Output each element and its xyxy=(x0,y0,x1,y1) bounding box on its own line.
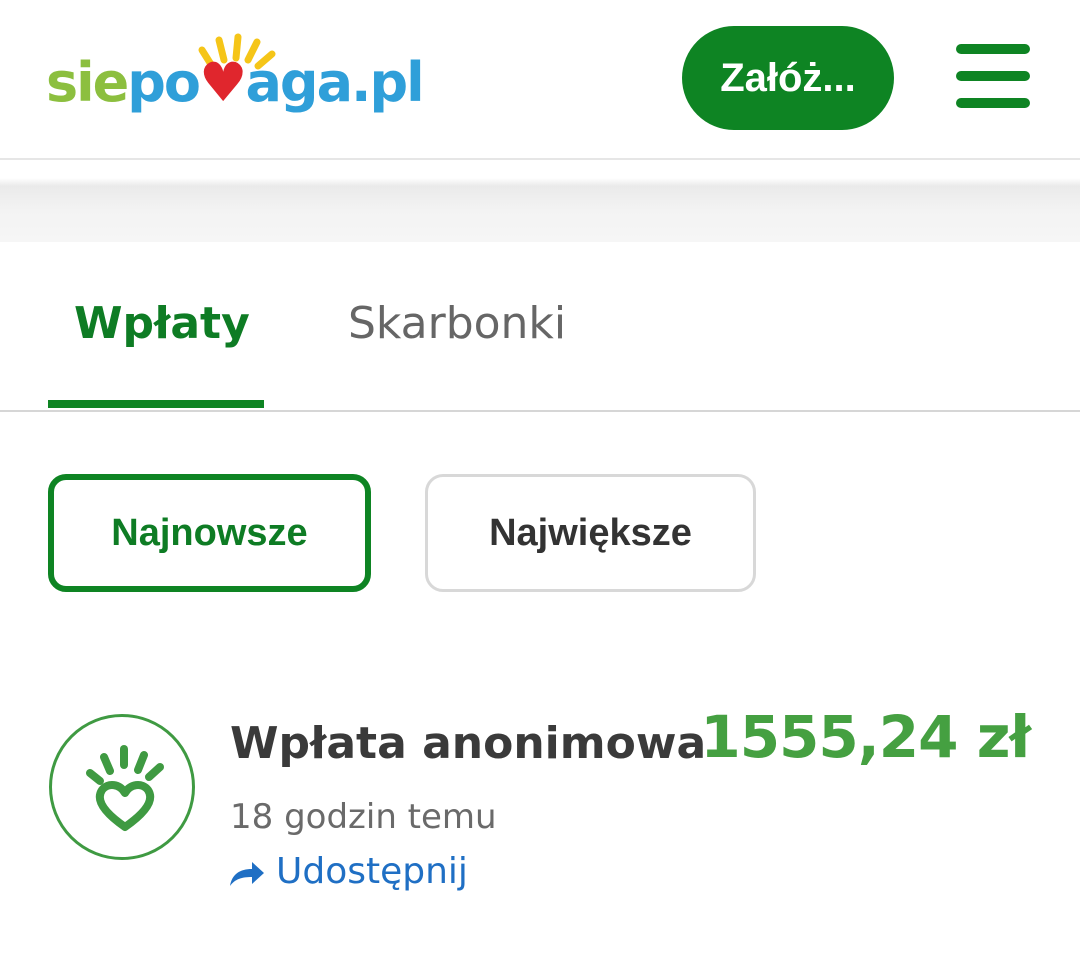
donor-avatar xyxy=(49,714,195,860)
logo-part-sie: sie xyxy=(46,51,129,114)
tab-bar: Wpłaty Skarbonki xyxy=(0,242,1080,412)
donor-name: Wpłata anonimowa xyxy=(230,718,707,769)
donations-panel: Wpłaty Skarbonki Najnowsze Największe Wp… xyxy=(0,242,1080,957)
tab-wplaty[interactable]: Wpłaty xyxy=(74,292,250,356)
filter-largest-button[interactable]: Największe xyxy=(425,474,756,592)
menu-bar xyxy=(956,71,1030,81)
tab-skarbonki[interactable]: Skarbonki xyxy=(348,292,566,356)
menu-bar xyxy=(956,44,1030,54)
site-header: siepo♥aga.pl Załóż... xyxy=(0,0,1080,160)
siepomaga-logo[interactable]: siepo♥aga.pl xyxy=(46,32,425,122)
donation-list-item: Wpłata anonimowa 18 godzin temu Udostępn… xyxy=(0,702,1080,922)
menu-bar xyxy=(956,98,1030,108)
active-tab-indicator xyxy=(48,400,264,408)
logo-part-aga: aga.pl xyxy=(245,51,424,114)
donation-time: 18 godzin temu xyxy=(230,797,497,837)
donation-amount: 1555,24 zł xyxy=(700,703,1031,771)
share-arrow-icon xyxy=(230,862,264,886)
filter-newest-button[interactable]: Najnowsze xyxy=(48,474,371,592)
logo-wordmark: siepo♥aga.pl xyxy=(46,48,425,118)
logo-heart-m: ♥ xyxy=(199,51,247,114)
hamburger-menu-icon[interactable] xyxy=(956,44,1030,108)
create-fundraiser-button[interactable]: Załóż... xyxy=(682,26,894,130)
header-shadow-divider xyxy=(0,160,1080,242)
share-label: Udostępnij xyxy=(276,851,468,892)
hand-heart-icon xyxy=(86,745,164,831)
logo-part-po: po xyxy=(127,51,201,114)
